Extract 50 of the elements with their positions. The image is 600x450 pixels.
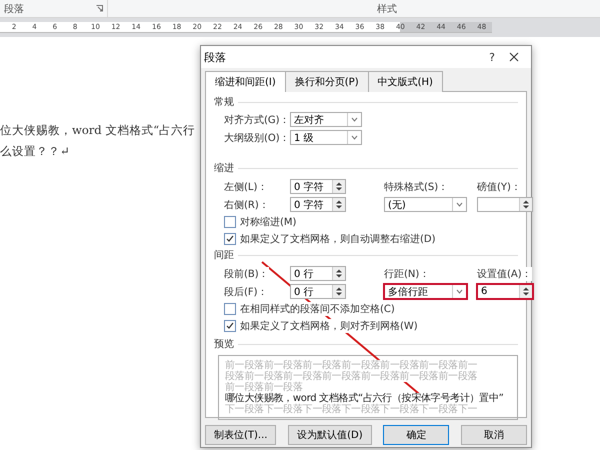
close-icon[interactable]	[509, 52, 519, 62]
spinner-icon[interactable]	[332, 180, 345, 193]
section-heading: 预览	[214, 337, 518, 351]
spinner-icon[interactable]	[332, 267, 345, 280]
preview-text: 哪位大侠赐教，word 文档格式“占六行（按宋体字号考计）置中”	[225, 393, 504, 404]
preview-text: 前一段落前一段落	[225, 382, 303, 393]
spin-field[interactable]: 0 字符	[290, 197, 346, 212]
section-heading: 间距	[214, 248, 518, 262]
section-heading: 常规	[214, 95, 518, 109]
field-label: 段前(B)：	[224, 266, 269, 280]
tab[interactable]: 缩进和间距(I)	[205, 71, 286, 92]
dialog-title: 段落	[204, 50, 227, 64]
checkbox[interactable]	[224, 320, 236, 332]
spinner-icon[interactable]	[519, 198, 532, 211]
checkbox[interactable]	[224, 216, 236, 228]
help-button[interactable]: ?	[481, 50, 503, 64]
dialog-button[interactable]: 确定	[383, 425, 450, 445]
dialog-button[interactable]: 取消	[460, 425, 527, 445]
dropdown[interactable]: 左对齐	[290, 112, 362, 127]
field-label: 设置值(A)：	[477, 266, 532, 280]
checkbox-label: 在相同样式的段落间不添加空格(C)	[240, 302, 395, 316]
checkbox[interactable]	[224, 233, 236, 245]
document-text: 位大侠赐教，word 文档格式“占六行	[0, 123, 196, 138]
dropdown[interactable]: 1 级	[290, 130, 362, 145]
spinner-icon[interactable]	[332, 285, 345, 298]
document-text: 么设置？？↵	[0, 144, 71, 159]
tab[interactable]: 中文版式(H)	[368, 71, 443, 92]
spinner-icon[interactable]	[332, 198, 345, 211]
dropdown[interactable]: 多倍行距	[384, 284, 467, 299]
spin-field[interactable]: 6	[477, 284, 533, 299]
preview-text: 下一段落下一段落下一段落下一段落下一段落下一段落下一	[225, 404, 478, 415]
preview-text: 前一段落前一段落前一段落前一段落前一段落前一段落前一	[225, 360, 478, 371]
ribbon-group-label: 样式	[377, 2, 397, 16]
spin-field[interactable]	[477, 197, 533, 212]
spin-field[interactable]: 0 字符	[290, 179, 346, 194]
tab[interactable]: 换行和分页(P)	[284, 71, 369, 92]
spin-field[interactable]: 0 行	[290, 266, 346, 281]
checkbox-label: 如果定义了文档网格，则自动调整右缩进(D)	[240, 232, 436, 246]
preview-text: 段落前一段落前一段落前一段落前一段落前一段落前一段落	[225, 371, 478, 382]
checkbox-label: 如果定义了文档网格，则对齐到网格(W)	[240, 319, 418, 333]
dialog-launcher-icon[interactable]	[96, 5, 103, 12]
dialog-button[interactable]: 设为默认值(D)	[288, 425, 372, 445]
ribbon-group-label: 段落	[4, 2, 24, 16]
dropdown[interactable]: (无)	[384, 197, 467, 212]
checkbox[interactable]	[224, 303, 236, 315]
checkbox-label: 对称缩进(M)	[240, 215, 296, 229]
spin-field[interactable]: 0 行	[290, 284, 346, 299]
dialog-button[interactable]: 制表位(T)...	[205, 425, 276, 445]
section-heading: 缩进	[214, 161, 518, 175]
spinner-icon[interactable]	[519, 285, 532, 298]
